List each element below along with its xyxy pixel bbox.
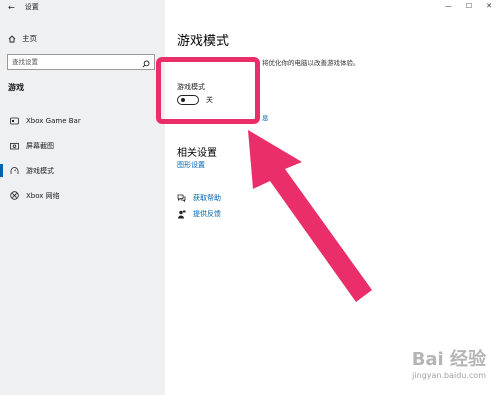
- watermark-logo: Bai 经验: [411, 349, 486, 370]
- watermark: Bai 经验 jingyan.baidu.com: [412, 345, 486, 380]
- annotation-arrow: [248, 130, 372, 302]
- watermark-url: jingyan.baidu.com: [412, 371, 486, 380]
- arrow-shape: [248, 130, 372, 302]
